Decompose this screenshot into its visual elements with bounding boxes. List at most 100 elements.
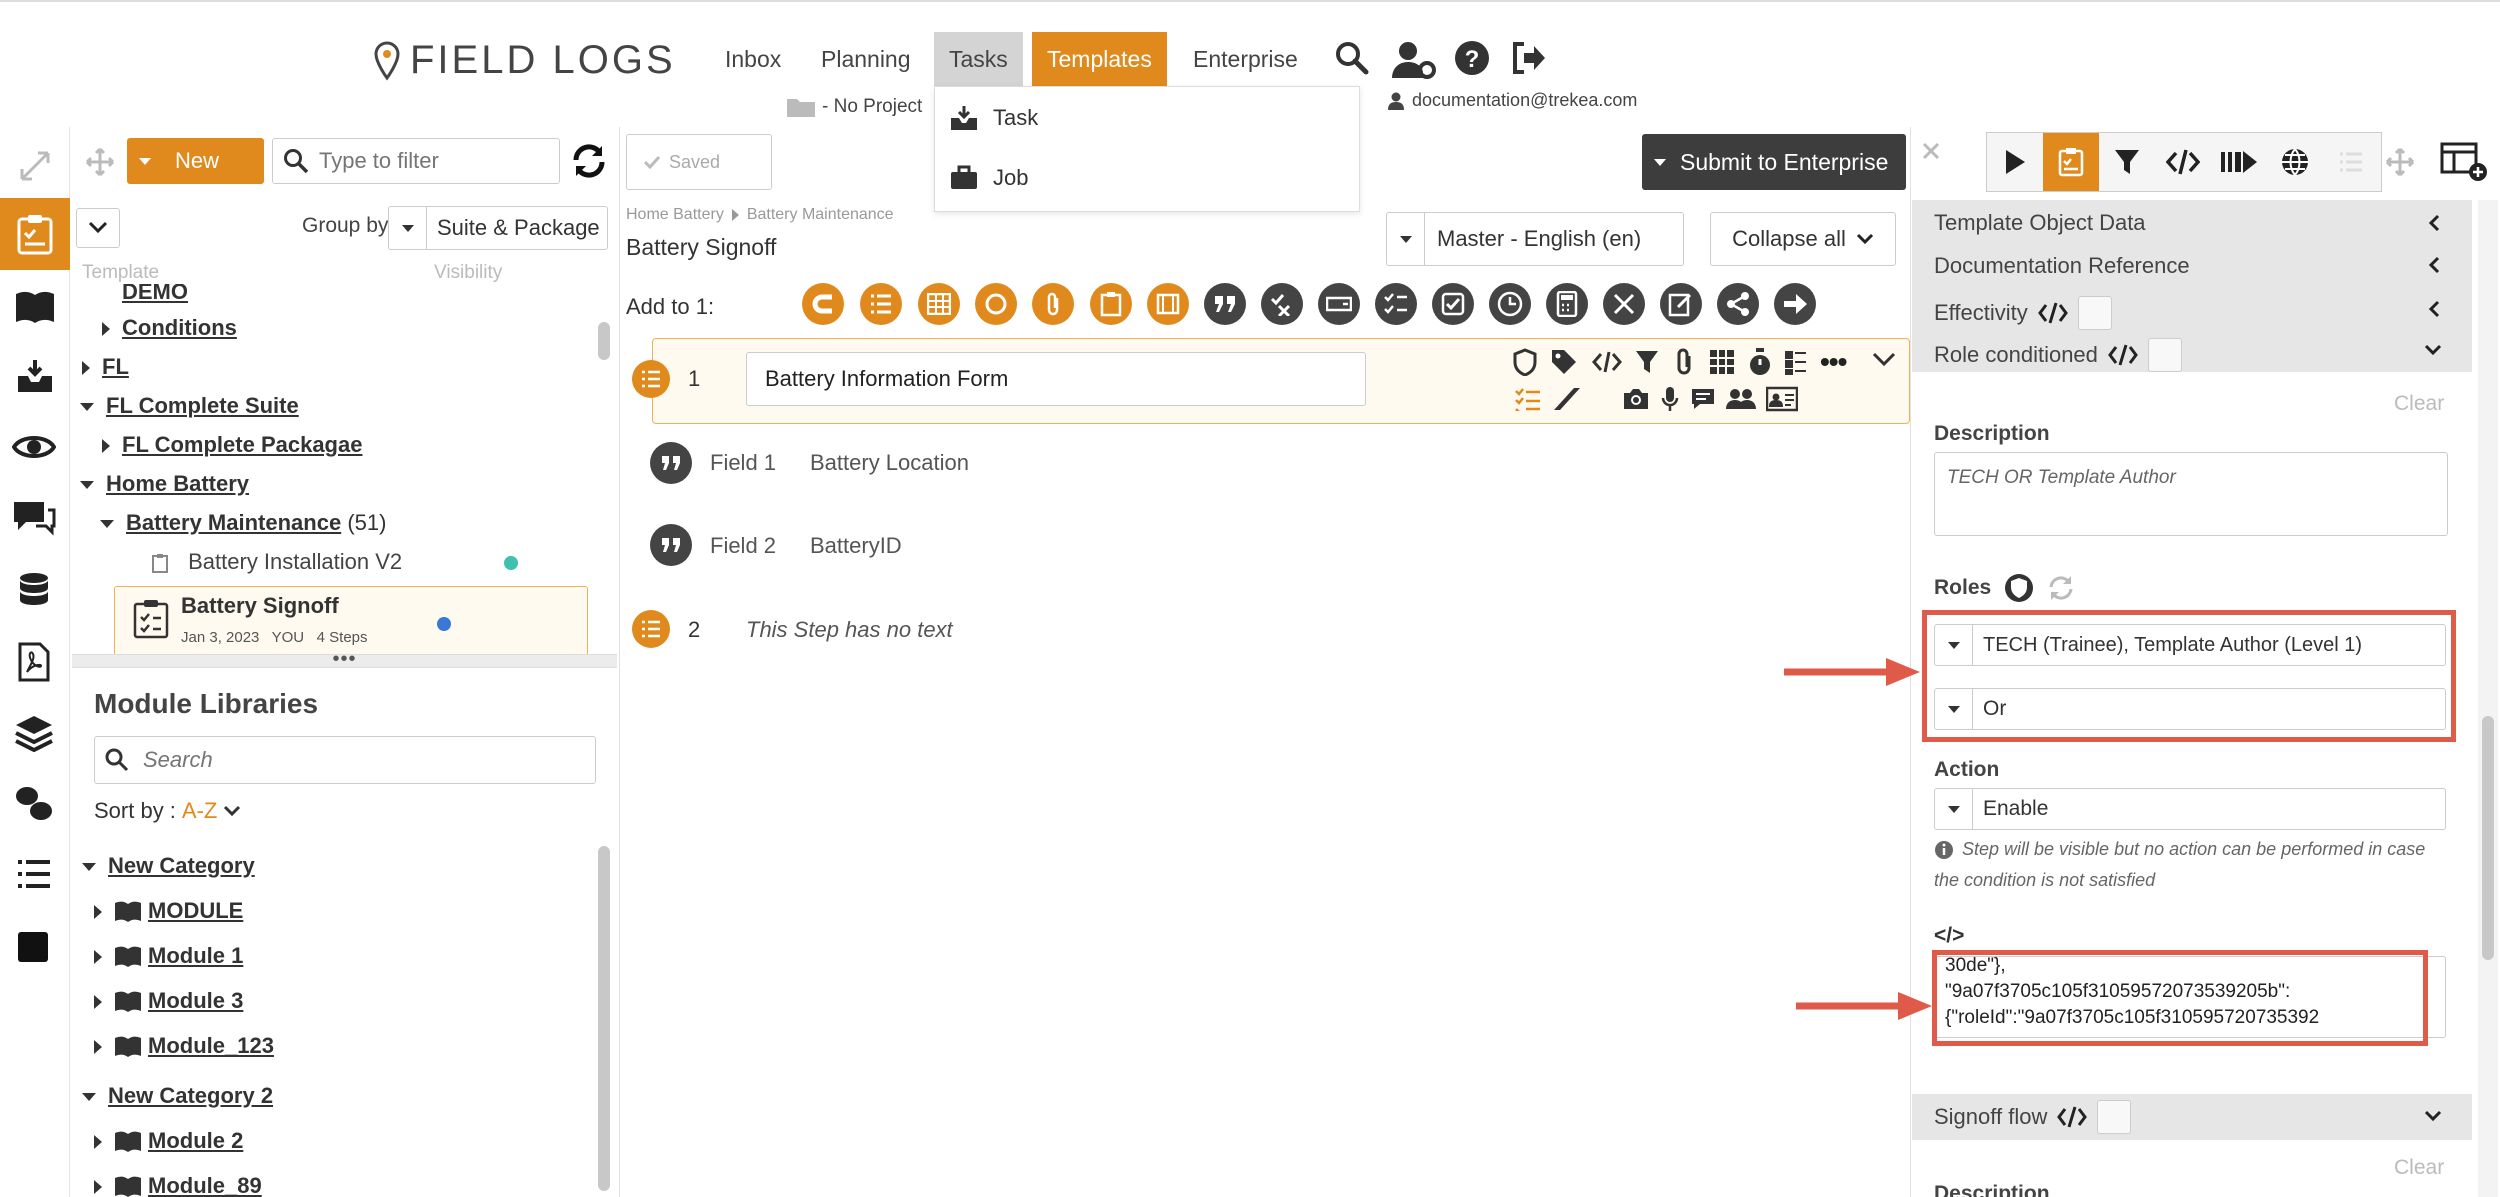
film-icon[interactable] bbox=[1147, 283, 1189, 325]
tools-icon[interactable] bbox=[1603, 283, 1645, 325]
tree-scrollbar[interactable] bbox=[598, 322, 610, 360]
comment-icon[interactable] bbox=[1690, 387, 1716, 411]
clock-icon[interactable] bbox=[1489, 283, 1531, 325]
logout-icon[interactable] bbox=[1510, 40, 1550, 80]
database-icon[interactable] bbox=[18, 572, 50, 608]
magnet-icon[interactable] bbox=[802, 283, 844, 325]
module-item[interactable]: Module 1 bbox=[94, 940, 243, 972]
signoff-flow-toggle[interactable] bbox=[2097, 1100, 2132, 1134]
search-icon[interactable] bbox=[1334, 40, 1374, 80]
checkbox-icon[interactable] bbox=[1432, 283, 1474, 325]
module-item[interactable]: Module_123 bbox=[94, 1030, 274, 1062]
check-cross-icon[interactable] bbox=[1261, 283, 1303, 325]
nav-enterprise[interactable]: Enterprise bbox=[1178, 32, 1313, 87]
menu-item-task[interactable]: Task bbox=[949, 93, 1038, 143]
section-role-conditioned[interactable]: Role conditioned bbox=[1934, 338, 2182, 372]
code-icon[interactable] bbox=[2155, 133, 2211, 191]
panel-splitter[interactable]: ••• bbox=[72, 649, 617, 669]
project-selector[interactable]: - No Project bbox=[786, 96, 922, 118]
tree-item-battery-maintenance[interactable]: Battery Maintenance (51) bbox=[100, 507, 386, 539]
clipboard-icon[interactable] bbox=[1090, 283, 1132, 325]
table-icon[interactable] bbox=[918, 283, 960, 325]
submit-enterprise-button[interactable]: Submit to Enterprise bbox=[1642, 134, 1906, 190]
user-account[interactable]: documentation@trekea.com bbox=[1388, 90, 1637, 111]
globe-icon[interactable] bbox=[2267, 133, 2323, 191]
more-options-icon[interactable]: ••• bbox=[1820, 346, 1847, 378]
field-value[interactable]: Battery Location bbox=[810, 450, 969, 476]
sort-control[interactable]: Sort by : A-Z bbox=[94, 798, 241, 824]
clear-button[interactable]: Clear bbox=[2394, 392, 2444, 416]
module-item[interactable]: Module_89 bbox=[94, 1170, 262, 1197]
logo[interactable]: FIELD LOGS bbox=[372, 38, 676, 83]
list-icon[interactable] bbox=[16, 858, 52, 890]
shield-icon[interactable] bbox=[1512, 348, 1538, 376]
input-field-icon[interactable] bbox=[1318, 283, 1360, 325]
module-category[interactable]: New Category 2 bbox=[82, 1080, 273, 1112]
tree-item-fl[interactable]: FL bbox=[82, 351, 129, 383]
move-icon[interactable] bbox=[86, 148, 114, 176]
quote-icon[interactable] bbox=[1204, 283, 1246, 325]
user-settings-icon[interactable] bbox=[1392, 40, 1436, 80]
menu-item-job[interactable]: Job bbox=[949, 153, 1028, 203]
ruler-icon[interactable] bbox=[1552, 386, 1582, 412]
tags-icon[interactable] bbox=[1550, 348, 1580, 376]
pdf-icon[interactable] bbox=[18, 642, 50, 682]
chevron-left-icon[interactable] bbox=[2428, 214, 2440, 232]
paperclip-icon[interactable] bbox=[1672, 348, 1696, 376]
share-icon[interactable] bbox=[1717, 283, 1759, 325]
tree-item-home-battery[interactable]: Home Battery bbox=[80, 468, 249, 500]
tree-item-fl-complete-suite[interactable]: FL Complete Suite bbox=[80, 390, 299, 422]
add-panel-icon[interactable] bbox=[2440, 142, 2488, 182]
template-battery-signoff[interactable]: Battery Signoff Jan 3, 2023 YOU 4 Steps bbox=[114, 586, 588, 654]
tree-item-demo-cut[interactable]: DEMO bbox=[122, 284, 188, 308]
layers-icon[interactable] bbox=[14, 714, 54, 752]
field-value[interactable]: BatteryID bbox=[810, 533, 902, 559]
chevron-down-icon[interactable] bbox=[1872, 352, 1896, 368]
nav-templates[interactable]: Templates bbox=[1032, 32, 1167, 87]
id-card-icon[interactable] bbox=[1766, 386, 1798, 412]
step-list-icon[interactable] bbox=[860, 283, 902, 325]
group-by-select[interactable]: Suite & Package bbox=[388, 206, 608, 250]
move-icon[interactable] bbox=[2386, 148, 2414, 176]
shield-badge-icon[interactable] bbox=[2003, 572, 2035, 604]
nav-inbox[interactable]: Inbox bbox=[710, 32, 796, 87]
tree-item-conditions[interactable]: Conditions bbox=[102, 312, 237, 344]
module-item[interactable]: Module 2 bbox=[94, 1125, 243, 1157]
comments-icon[interactable] bbox=[12, 500, 56, 538]
close-icon[interactable] bbox=[1920, 140, 1942, 162]
chevron-down-icon[interactable] bbox=[2424, 344, 2442, 356]
nav-tasks[interactable]: Tasks bbox=[934, 32, 1023, 87]
steps-icon[interactable] bbox=[14, 784, 54, 822]
arrow-right-icon[interactable] bbox=[1774, 283, 1816, 325]
camera-icon[interactable] bbox=[1622, 387, 1650, 411]
list-icon[interactable] bbox=[2323, 133, 2379, 191]
section-signoff-flow[interactable]: Signoff flow bbox=[1934, 1100, 2132, 1134]
attachment-icon[interactable] bbox=[1032, 283, 1074, 325]
template-battery-installation[interactable]: Battery Installation V2 bbox=[152, 546, 572, 578]
edit-note-icon[interactable] bbox=[1660, 283, 1702, 325]
refresh-icon[interactable] bbox=[570, 142, 608, 180]
step-text[interactable]: This Step has no text bbox=[746, 617, 953, 643]
new-button[interactable]: New bbox=[127, 138, 264, 184]
module-scrollbar[interactable] bbox=[598, 846, 610, 1191]
checklist-icon[interactable] bbox=[1375, 283, 1417, 325]
chevron-left-icon[interactable] bbox=[2428, 300, 2440, 318]
step-title-input[interactable]: Battery Information Form bbox=[746, 352, 1366, 406]
play-icon[interactable] bbox=[1987, 133, 2043, 191]
chevron-down-icon[interactable] bbox=[2424, 1110, 2442, 1122]
clear-button[interactable]: Clear bbox=[2394, 1156, 2444, 1180]
group-icon[interactable] bbox=[1726, 387, 1756, 411]
section-template-object-data[interactable]: Template Object Data bbox=[1934, 210, 2146, 236]
breadcrumb-item[interactable]: Battery Maintenance bbox=[747, 206, 894, 224]
section-effectivity[interactable]: Effectivity bbox=[1934, 296, 2112, 330]
section-documentation-reference[interactable]: Documentation Reference bbox=[1934, 253, 2190, 279]
module-item[interactable]: MODULE bbox=[94, 895, 243, 927]
expand-icon[interactable] bbox=[18, 149, 52, 183]
collapse-all-button[interactable]: Collapse all bbox=[1710, 212, 1896, 266]
microphone-icon[interactable] bbox=[1660, 386, 1680, 412]
description-textarea[interactable]: TECH OR Template Author bbox=[1934, 452, 2448, 536]
step-forward-icon[interactable] bbox=[2211, 133, 2267, 191]
effectivity-toggle[interactable] bbox=[2077, 296, 2112, 330]
calculator-icon[interactable] bbox=[1546, 283, 1588, 325]
filter-input[interactable] bbox=[319, 148, 549, 174]
